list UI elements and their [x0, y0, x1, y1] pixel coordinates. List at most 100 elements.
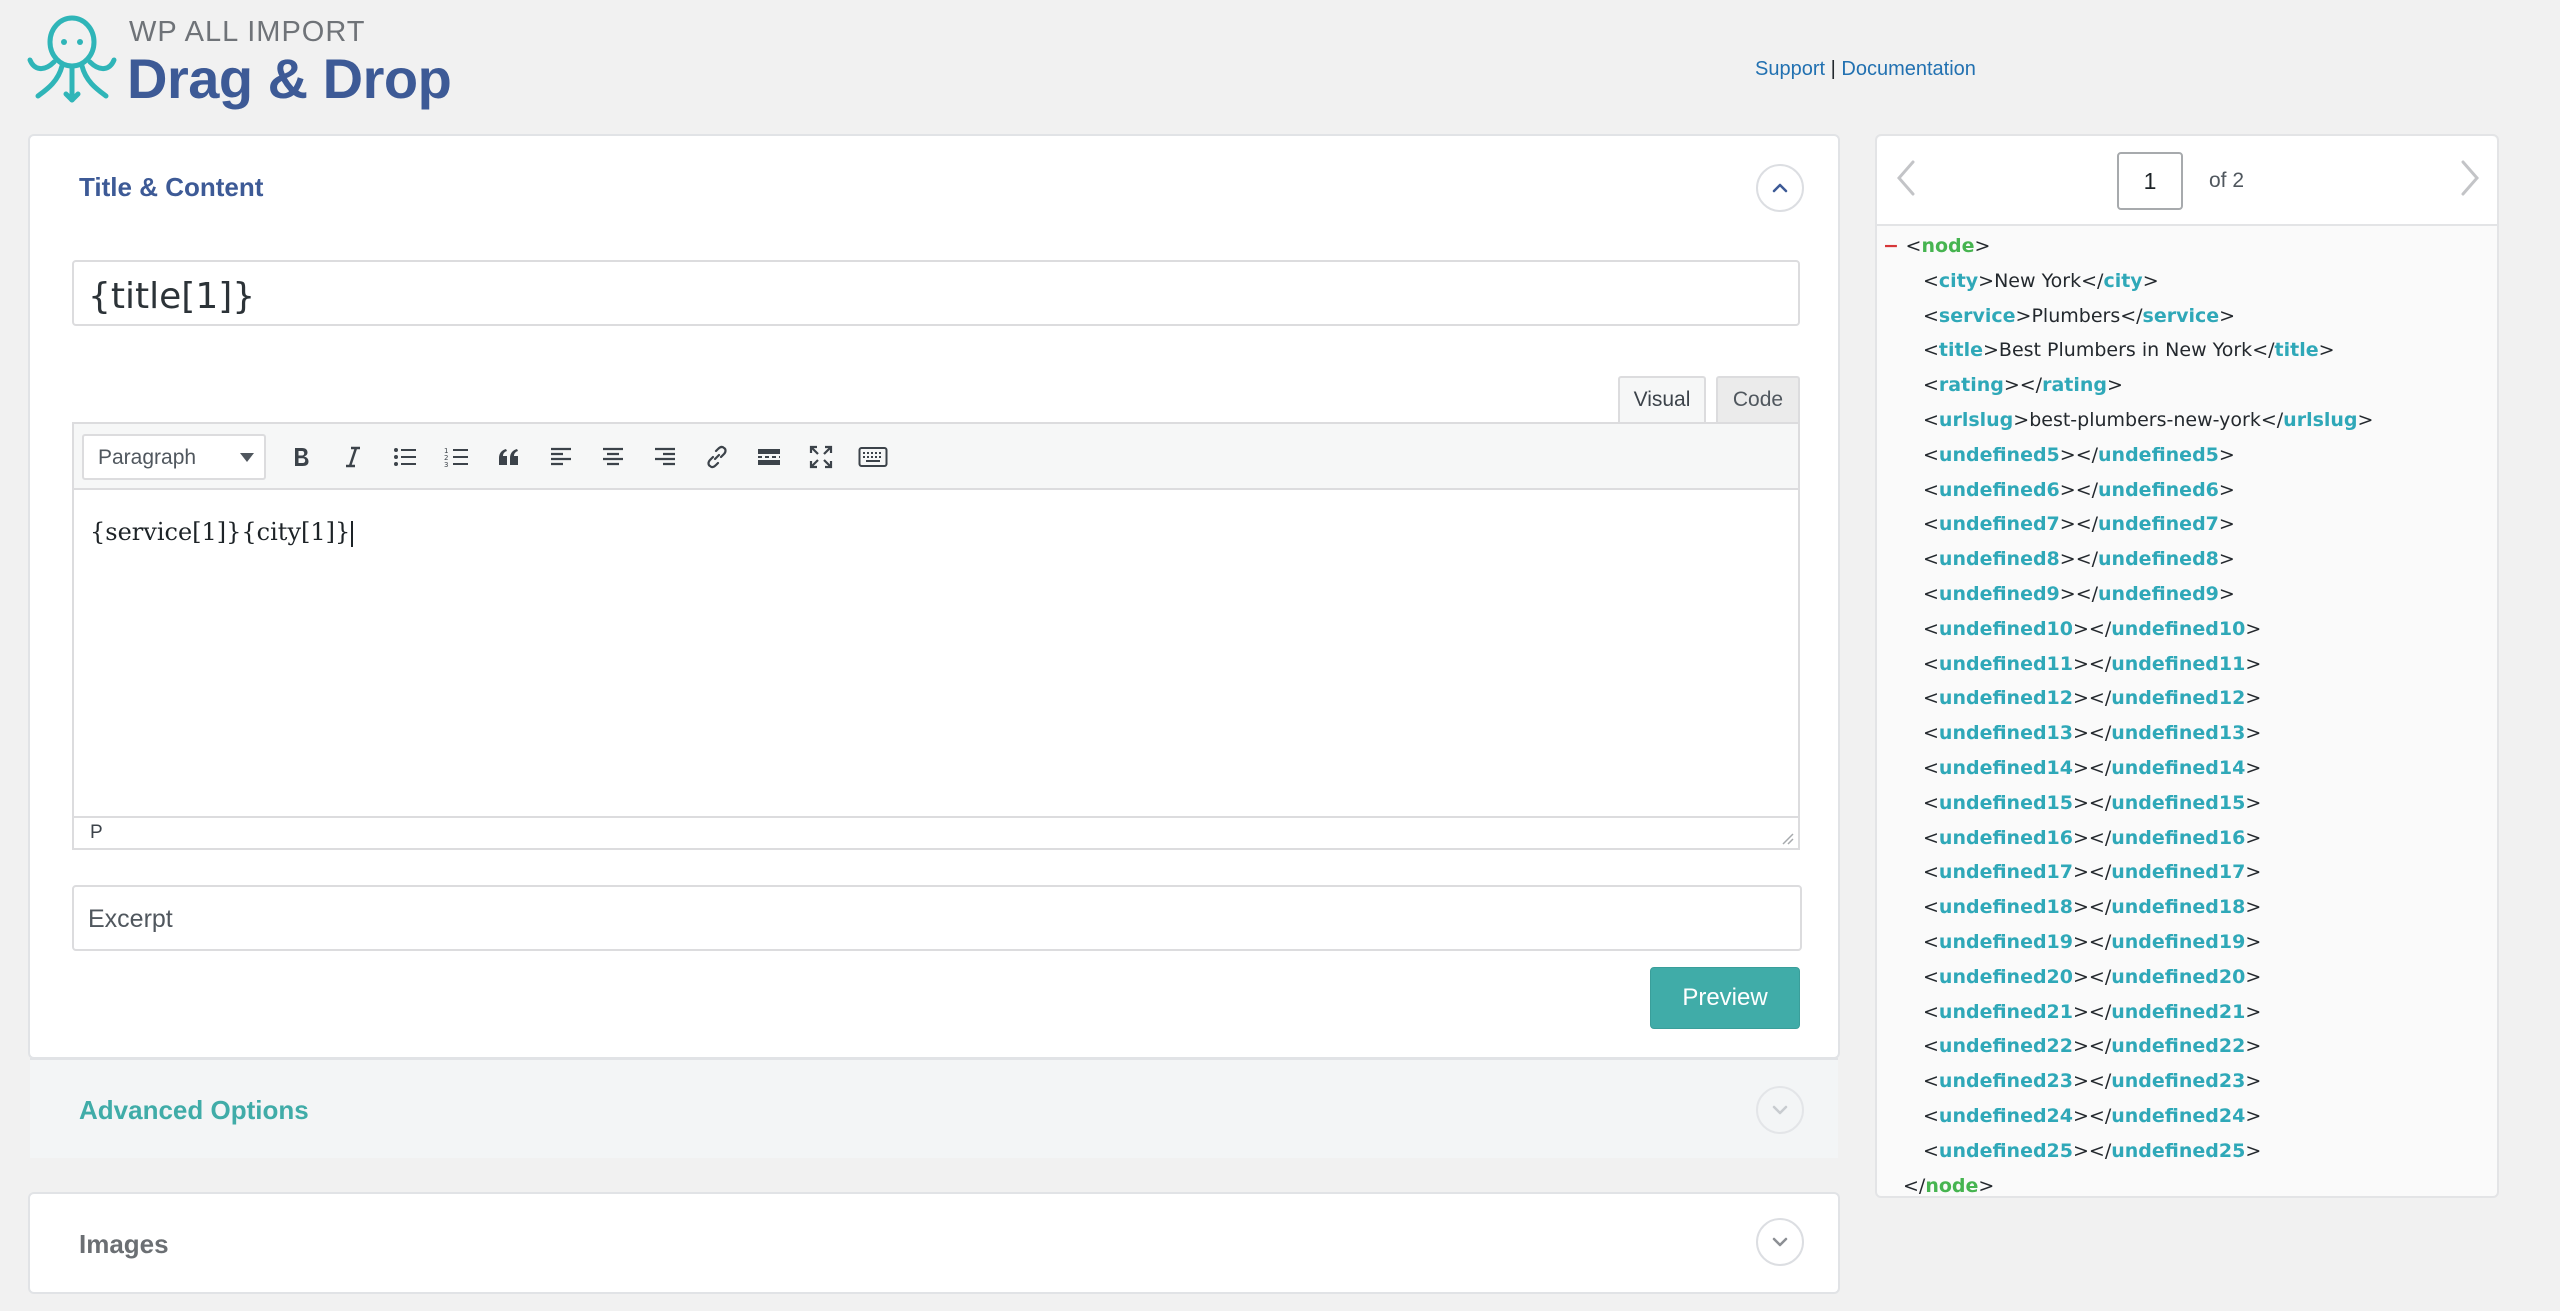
xml-tag-name: undefined6	[2098, 479, 2219, 501]
read-more-icon	[758, 449, 780, 465]
bullet-list-button[interactable]	[386, 438, 424, 476]
xml-element-undefined15[interactable]: <undefined15></undefined15>	[1923, 789, 2261, 817]
xml-tag-name: undefined15	[1938, 792, 2073, 814]
toolbar-toggle-button[interactable]	[854, 438, 892, 476]
insert-link-button[interactable]	[698, 438, 736, 476]
xml-element-undefined10[interactable]: <undefined10></undefined10>	[1923, 615, 2261, 643]
align-center-icon	[603, 447, 623, 466]
xml-element-undefined17[interactable]: <undefined17></undefined17>	[1923, 858, 2261, 886]
xml-element-undefined24[interactable]: <undefined24></undefined24>	[1923, 1102, 2261, 1130]
next-record-icon[interactable]	[2455, 156, 2485, 200]
xml-tag-name: undefined9	[2098, 583, 2219, 605]
resize-handle-icon[interactable]	[1778, 829, 1794, 845]
align-right-button[interactable]	[646, 438, 684, 476]
title-content-heading[interactable]: Title & Content	[79, 172, 263, 203]
xml-tag-name: undefined21	[2111, 1001, 2246, 1023]
xml-element-undefined14[interactable]: <undefined14></undefined14>	[1923, 754, 2261, 782]
xml-tag-name: undefined5	[2098, 444, 2219, 466]
read-more-button[interactable]	[750, 438, 788, 476]
top-links: Support | Documentation	[1755, 58, 1976, 81]
editor-content-area[interactable]: {service[1]}{city[1]}	[74, 490, 1798, 818]
xml-tag-name: undefined18	[2111, 896, 2246, 918]
editor-toolbar: Paragraph 123	[74, 424, 1798, 490]
xml-element-undefined18[interactable]: <undefined18></undefined18>	[1923, 893, 2261, 921]
brand-subtitle: WP ALL IMPORT	[129, 16, 366, 48]
xml-tag-name: undefined14	[2111, 757, 2246, 779]
xml-element-undefined21[interactable]: <undefined21></undefined21>	[1923, 998, 2261, 1026]
xml-element-undefined20[interactable]: <undefined20></undefined20>	[1923, 963, 2261, 991]
paragraph-format-select[interactable]: Paragraph	[82, 434, 266, 480]
fullscreen-icon	[809, 445, 833, 469]
expand-images-button[interactable]	[1756, 1218, 1804, 1266]
xml-element-undefined7[interactable]: <undefined7></undefined7>	[1923, 510, 2235, 538]
dropdown-arrow-icon	[240, 453, 254, 462]
xml-element-service[interactable]: <service>Plumbers</service>	[1923, 302, 2235, 330]
xml-tag-name: undefined8	[2098, 548, 2219, 570]
xml-tag-name: title	[1938, 339, 1983, 361]
xml-element-title[interactable]: <title>Best Plumbers in New York</title>	[1923, 336, 2335, 364]
align-center-button[interactable]	[594, 438, 632, 476]
xml-element-undefined5[interactable]: <undefined5></undefined5>	[1923, 441, 2235, 469]
xml-tag-value: New York	[1994, 270, 2082, 292]
xml-element-undefined6[interactable]: <undefined6></undefined6>	[1923, 476, 2235, 504]
editor-content: {service[1]}{city[1]}	[90, 518, 354, 547]
xml-element-undefined11[interactable]: <undefined11></undefined11>	[1923, 650, 2261, 678]
support-link[interactable]: Support	[1755, 58, 1825, 80]
xml-tag-name: undefined14	[1938, 757, 2073, 779]
xml-tag-name: undefined18	[1938, 896, 2073, 918]
xml-root-open[interactable]: − <node>	[1883, 232, 1990, 260]
xml-element-undefined9[interactable]: <undefined9></undefined9>	[1923, 580, 2235, 608]
bold-icon	[295, 448, 309, 466]
xml-element-undefined16[interactable]: <undefined16></undefined16>	[1923, 824, 2261, 852]
xml-element-undefined22[interactable]: <undefined22></undefined22>	[1923, 1032, 2261, 1060]
collapse-section-button[interactable]	[1756, 164, 1804, 212]
xml-element-undefined13[interactable]: <undefined13></undefined13>	[1923, 719, 2261, 747]
xml-tag-name: undefined23	[2111, 1070, 2246, 1092]
xml-tag-name: undefined20	[1938, 966, 2073, 988]
chevron-up-icon	[1772, 183, 1788, 193]
xml-tag-name: service	[2142, 305, 2220, 327]
numbered-list-button[interactable]: 123	[438, 438, 476, 476]
xml-tag-name: undefined13	[2111, 722, 2246, 744]
xml-element-undefined19[interactable]: <undefined19></undefined19>	[1923, 928, 2261, 956]
xml-tag-name: rating	[2042, 374, 2108, 396]
xml-element-urlslug[interactable]: <urlslug>best-plumbers-new-york</urlslug…	[1923, 406, 2373, 434]
blockquote-button[interactable]	[490, 438, 528, 476]
record-number-input[interactable]: 1	[2117, 152, 2183, 210]
align-right-icon	[655, 447, 675, 466]
images-panel: Images	[28, 1192, 1840, 1294]
editor-content-text: {service[1]}{city[1]}	[90, 518, 351, 546]
xml-element-undefined25[interactable]: <undefined25></undefined25>	[1923, 1137, 2261, 1165]
bold-button[interactable]	[282, 438, 320, 476]
xml-root-close: </node>	[1903, 1175, 1995, 1197]
xml-element-undefined23[interactable]: <undefined23></undefined23>	[1923, 1067, 2261, 1095]
chevron-down-icon	[1772, 1105, 1788, 1115]
xml-tag-name: undefined16	[1938, 827, 2073, 849]
preview-button[interactable]: Preview	[1650, 967, 1800, 1029]
xml-tag-name: undefined25	[1938, 1140, 2073, 1162]
xml-element-city[interactable]: <city>New York</city>	[1923, 267, 2159, 295]
expand-advanced-button[interactable]	[1756, 1086, 1804, 1134]
excerpt-input[interactable]: Excerpt	[72, 885, 1802, 951]
xml-tag-name: urlslug	[1938, 409, 2014, 431]
collapse-node-icon[interactable]: −	[1883, 235, 1906, 257]
xml-element-rating[interactable]: <rating></rating>	[1923, 371, 2123, 399]
advanced-options-header[interactable]: Advanced Options	[30, 1058, 1838, 1158]
tab-code[interactable]: Code	[1716, 376, 1800, 422]
xml-tag-name: node	[1925, 1175, 1979, 1197]
previous-record-icon[interactable]	[1891, 156, 1921, 200]
tab-visual[interactable]: Visual	[1618, 376, 1706, 422]
link-separator: |	[1830, 58, 1836, 80]
italic-button[interactable]	[334, 438, 372, 476]
xml-element-undefined8[interactable]: <undefined8></undefined8>	[1923, 545, 2235, 573]
text-cursor	[351, 520, 354, 547]
post-title-input[interactable]: {title[1]}	[72, 260, 1800, 326]
documentation-link[interactable]: Documentation	[1841, 58, 1976, 80]
images-heading[interactable]: Images	[79, 1229, 169, 1260]
xml-tag-name: rating	[1938, 374, 2004, 396]
link-icon	[707, 445, 727, 469]
element-path[interactable]: P	[90, 822, 103, 843]
align-left-button[interactable]	[542, 438, 580, 476]
fullscreen-button[interactable]	[802, 438, 840, 476]
xml-element-undefined12[interactable]: <undefined12></undefined12>	[1923, 684, 2261, 712]
